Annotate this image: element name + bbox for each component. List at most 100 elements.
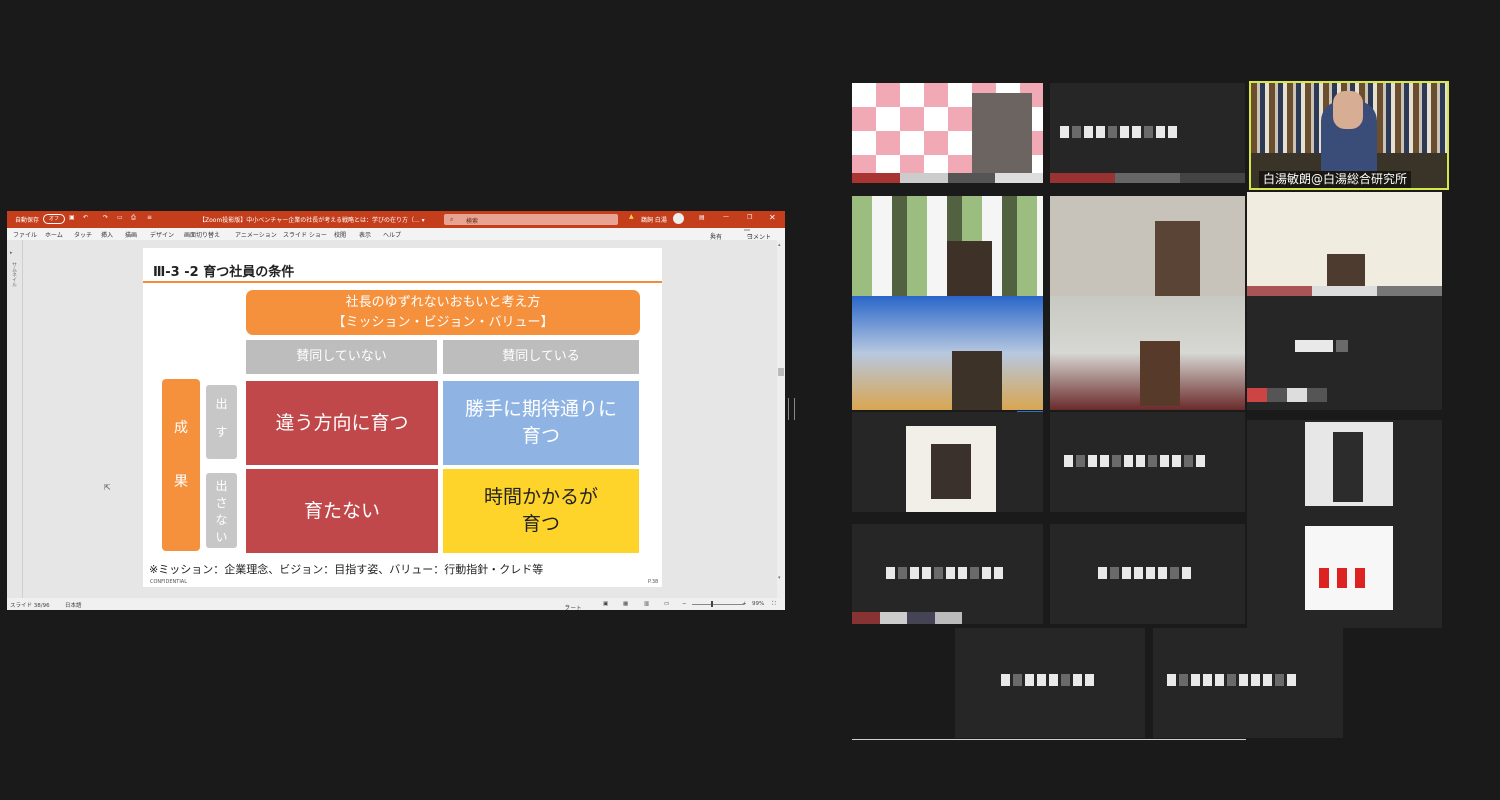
column-not-agree: 賛同していない (246, 340, 437, 374)
tab-draw[interactable]: 描画 (125, 230, 137, 239)
search-box[interactable]: ⌕ 検索 (444, 214, 618, 225)
participant-tile[interactable] (1247, 192, 1442, 296)
header-line-2: 【ミッション・ビジョン・バリュー】 (332, 315, 554, 330)
chevron-right-icon[interactable]: ▸ (10, 250, 13, 256)
ribbon-display-icon[interactable]: ▤ (699, 214, 705, 221)
minimize-icon[interactable]: — (723, 213, 729, 220)
header-line-1: 社長のゆずれないおもいと考え方 (345, 295, 541, 310)
scroll-thumb[interactable] (778, 368, 784, 376)
autosave-label: 自動保存 (15, 217, 40, 224)
footnote: ※ミッション：企業理念、ビジョン：目指す姿、バリュー：行動指針・クレド等 (149, 563, 544, 576)
splitter-handle[interactable] (788, 398, 795, 420)
result-label: 成 果 (162, 379, 200, 551)
zoom-in-icon[interactable]: + (742, 601, 747, 607)
participant-tile[interactable] (1050, 83, 1245, 183)
participant-name-blurred (1295, 340, 1348, 352)
save-icon[interactable]: ▣ (69, 214, 75, 221)
tab-slideshow[interactable]: スライド ショー (283, 230, 327, 239)
tab-view[interactable]: 表示 (359, 230, 371, 239)
tab-touch[interactable]: タッチ (74, 230, 92, 239)
cell-slow-grow-text: 時間かかるが 育つ (483, 486, 598, 535)
restore-icon[interactable]: ❐ (747, 214, 752, 221)
participant-tile[interactable] (852, 83, 1043, 183)
participant-tile[interactable] (955, 628, 1145, 738)
thumbnail-label: サムネイル (11, 262, 17, 287)
comment-label: コメント (747, 234, 772, 241)
participant-video (1305, 526, 1393, 610)
tab-design[interactable]: デザイン (150, 230, 174, 239)
slideshow-icon[interactable]: ▭ (664, 601, 669, 607)
print-icon[interactable]: ⎙ (131, 214, 136, 222)
fit-slide-icon[interactable]: ⛶ (772, 601, 776, 608)
zoom-slider-thumb[interactable] (711, 601, 713, 607)
cell-not-grow: 育たない (246, 469, 438, 553)
participant-video (952, 351, 1002, 410)
cell-slow-grow: 時間かかるが 育つ (443, 469, 639, 553)
participant-tile[interactable] (1247, 524, 1442, 628)
participant-video (1140, 341, 1180, 406)
autosave-toggle[interactable]: オフ (43, 214, 65, 224)
participant-video (972, 93, 1032, 173)
scroll-up-icon[interactable]: ▴ (778, 242, 781, 248)
participant-tile[interactable] (1050, 412, 1245, 512)
slide-sorter-icon[interactable]: ▦ (623, 601, 628, 607)
result-text: 成 果 (174, 420, 188, 490)
participant-tile[interactable] (1153, 628, 1343, 738)
participant-red-mark (1337, 568, 1347, 588)
participant-tile[interactable] (1247, 420, 1442, 524)
language[interactable]: 日本語 (65, 601, 82, 609)
document-title[interactable]: 【Zoom投影版】中小ベンチャー企業の社長が考える戦略とは：学びの在り方（...… (199, 215, 425, 224)
avatar[interactable] (673, 213, 684, 224)
close-icon[interactable]: ✕ (769, 213, 776, 222)
tab-help[interactable]: ヘルプ (383, 230, 401, 239)
participant-name-bar (852, 173, 1043, 183)
customize-icon[interactable]: ≡ (147, 214, 152, 221)
zoom-out-icon[interactable]: − (682, 601, 687, 607)
powerpoint-window: 自動保存 オフ ▣ ↶ ↷ ▭ ⎙ ≡ 【Zoom投影版】中小ベンチャー企業の社… (7, 211, 785, 612)
cell-not-grow-text: 育たない (303, 499, 380, 522)
participant-tile[interactable] (1050, 296, 1245, 410)
comment-button[interactable]: ▭ コメント (744, 229, 771, 241)
tab-review[interactable]: 校閲 (334, 230, 346, 239)
participant-video (1155, 221, 1200, 296)
participant-tile[interactable] (852, 524, 1043, 624)
tab-home[interactable]: ホーム (45, 230, 63, 239)
participant-tile[interactable] (852, 196, 1043, 296)
tab-transitions[interactable]: 画面切り替え (184, 230, 220, 239)
vertical-scrollbar[interactable]: ▴ ▾ (777, 240, 785, 598)
participant-figure (1333, 432, 1363, 502)
present-icon[interactable]: ▭ (117, 214, 123, 221)
row-not-produce-label: 出 さ な い (206, 473, 237, 548)
zoom-level[interactable]: 99% (752, 601, 764, 607)
warning-icon: ▲ (629, 213, 634, 220)
undo-icon[interactable]: ↶ (83, 214, 88, 221)
participant-name-blurred (1060, 126, 1177, 138)
row-not-produce-text: 出 さ な い (215, 479, 228, 544)
participant-video (906, 426, 996, 512)
row-produce-label: 出 す (206, 385, 237, 459)
cell-wrong-direction: 違う方向に育つ (246, 381, 438, 465)
participant-tile[interactable] (1050, 196, 1245, 296)
scroll-down-icon[interactable]: ▾ (778, 575, 781, 581)
status-bar: スライド 38/96 日本語 ≏ ノート ▣ ▦ ▥ ▭ − + 99% ⛶ (7, 598, 785, 612)
speaker-face (1333, 91, 1363, 129)
participant-tile[interactable] (852, 412, 1043, 512)
tab-insert[interactable]: 挿入 (101, 230, 113, 239)
normal-view-icon[interactable]: ▣ (603, 601, 608, 607)
active-speaker-tile[interactable]: 白湯敏朗@白湯総合研究所 (1249, 81, 1449, 190)
participant-video (947, 241, 992, 296)
participant-tile[interactable] (1050, 524, 1245, 624)
slide-canvas[interactable]: Ⅲ-3 -2 育つ社員の条件 社長のゆずれないおもいと考え方 【ミッション・ビジ… (143, 248, 662, 587)
tab-animations[interactable]: アニメーション (235, 230, 277, 239)
tab-file[interactable]: ファイル (13, 230, 37, 239)
reading-view-icon[interactable]: ▥ (644, 601, 649, 607)
participant-tile[interactable] (1247, 296, 1442, 410)
zoom-slider[interactable] (692, 604, 744, 605)
user-name[interactable]: 鵜飼 白湯 (641, 215, 667, 224)
redo-icon[interactable]: ↷ (103, 214, 108, 221)
column-agree: 賛同している (443, 340, 639, 374)
participant-name-blurred (1064, 455, 1205, 467)
participant-red-mark (1355, 568, 1365, 588)
thumbnail-pane-collapsed[interactable]: ▸ サムネイル (7, 240, 23, 598)
participant-tile[interactable] (852, 296, 1043, 410)
